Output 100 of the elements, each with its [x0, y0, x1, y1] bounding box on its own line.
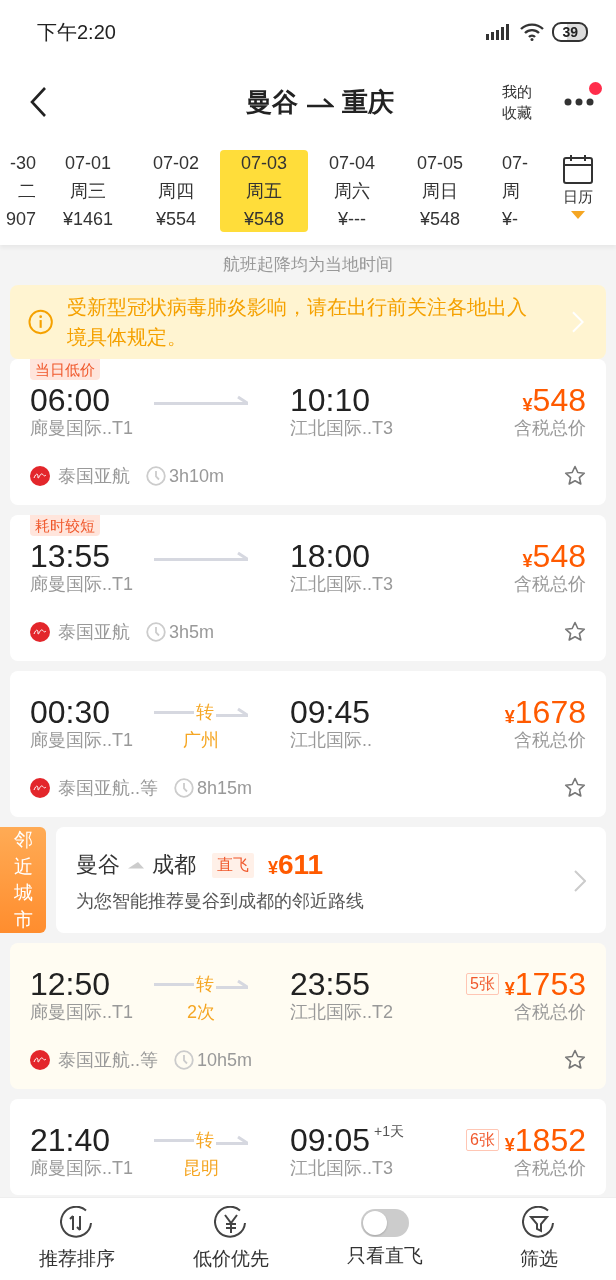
star-icon[interactable] [564, 1049, 586, 1072]
arrival-time: 09:45 [290, 695, 371, 729]
arrival-airport: 江北国际..T3 [290, 417, 393, 439]
flight-duration: 3h5m [169, 621, 215, 643]
calendar-icon[interactable] [562, 154, 594, 184]
origin-city: 曼谷 [246, 85, 298, 119]
clock-icon [146, 622, 166, 642]
arrival-time: 09:05 [290, 1123, 371, 1158]
info-icon [28, 309, 54, 335]
price-note: 含税总价 [514, 1157, 586, 1180]
arrival-time: 10:10 [290, 383, 371, 417]
flight-duration: 8h15m [197, 777, 253, 799]
status-time: 下午2:20 [37, 19, 117, 45]
toolbar-button[interactable]: 推荐排序 [0, 1198, 154, 1280]
flight-duration: 10h5m [197, 1049, 253, 1071]
price-note: 含税总价 [514, 1001, 586, 1024]
date-tab[interactable]: 07- 周 ¥- [484, 150, 540, 232]
date-tab[interactable]: -30 二 907 [0, 150, 44, 232]
arrival-time: 18:00 [290, 539, 371, 573]
flight-tag: 耗时较短 [30, 515, 100, 536]
airline-name: 泰国亚航 [58, 621, 130, 644]
timezone-notice: 航班起降均为当地时间 [223, 254, 393, 276]
departure-airport: 廊曼国际..T1 [30, 1157, 134, 1180]
caret-icon [571, 211, 585, 219]
chevron-right-icon [574, 870, 586, 893]
price: 1678 [514, 695, 586, 729]
star-icon[interactable] [564, 777, 586, 799]
price: 1753 [514, 967, 586, 1002]
arrival-time: 23:55 [290, 967, 371, 1002]
transfer-label: 转 [195, 973, 215, 996]
transfer-place: 2次 [186, 1001, 216, 1024]
route-arrow-icon [128, 861, 144, 870]
airline-name: 泰国亚航..等 [58, 1049, 158, 1073]
currency-symbol: ¥ [504, 707, 515, 728]
price-icon [214, 1206, 248, 1240]
transfer-label: 转 [195, 701, 215, 723]
currency-symbol: ¥ [522, 551, 533, 572]
date-tab[interactable]: 07-01 周三 ¥1461 [44, 150, 132, 232]
airline-name: 泰国亚航..等 [58, 777, 158, 800]
destination-city: 重庆 [342, 85, 394, 119]
arrival-airport: 江北国际..T3 [290, 573, 393, 595]
airline-logo-icon [30, 622, 50, 642]
arrival-airport: 江北国际..T3 [290, 1157, 394, 1180]
departure-airport: 廊曼国际..T1 [30, 417, 134, 439]
date-tab[interactable]: 07-02 周四 ¥554 [132, 150, 220, 232]
filter-icon [522, 1206, 556, 1240]
nearby-cities-label: 邻近城市 [13, 828, 33, 932]
clock-icon [174, 1050, 194, 1071]
departure-time: 21:40 [30, 1123, 112, 1158]
flight-card[interactable]: 00:30 廊曼国际..T1 转 广州 09:45 江北国际.. ¥1678 含税总价 泰国亚航..等 8h15m [10, 671, 606, 817]
airline-logo-icon [30, 466, 50, 486]
favorites-link[interactable]: 我的收藏 [502, 81, 532, 123]
date-tab[interactable]: 07-04 周六 ¥--- [308, 150, 396, 232]
toolbar-button[interactable]: 只看直飞 [308, 1198, 462, 1280]
departure-time: 06:00 [30, 383, 112, 417]
price: 611 [278, 849, 324, 882]
destination-city: 成都 [152, 851, 196, 880]
airline-logo-icon [30, 778, 50, 798]
direct-flight-tag: 直飞 [212, 852, 254, 878]
price-note: 含税总价 [514, 417, 586, 439]
price: 1852 [514, 1123, 586, 1158]
tickets-left: 6张 [465, 1129, 499, 1152]
star-icon[interactable] [564, 621, 586, 643]
price-note: 含税总价 [514, 573, 586, 595]
flight-tag: 当日低价 [30, 359, 100, 380]
price: 548 [532, 539, 586, 573]
transfer-place: 昆明 [182, 1157, 220, 1180]
transfer-label: 转 [195, 1129, 215, 1152]
currency-symbol: ¥ [522, 395, 533, 416]
transfer-place: 广州 [182, 729, 220, 751]
back-icon[interactable] [28, 86, 48, 118]
departure-time: 12:50 [30, 967, 112, 1002]
flight-card[interactable]: 12:50 廊曼国际..T1 转 2次 23:55 江北国际..T2 5张 ¥1753 含税总价 泰国亚航..等 10h5m [10, 943, 606, 1090]
flight-card[interactable]: 当日低价 06:00 廊曼国际..T1 10:10 江北国际..T3 ¥548 含税总价 泰国亚航 3h10m [10, 359, 606, 505]
clock-icon [146, 466, 166, 486]
price: 548 [532, 383, 586, 417]
toolbar-button[interactable]: 筛选 [462, 1198, 616, 1280]
clock-icon [174, 778, 194, 798]
route-suggestion: 为您智能推荐曼谷到成都的邻近路线 [76, 890, 365, 914]
next-day-note: +1天 [374, 1123, 405, 1140]
departure-time: 00:30 [30, 695, 112, 729]
departure-time: 13:55 [30, 539, 112, 573]
direct-only-toggle[interactable] [361, 1209, 409, 1237]
battery-indicator: 39 [552, 22, 588, 42]
sort-icon [60, 1206, 94, 1240]
more-icon[interactable] [564, 98, 594, 106]
origin-city: 曼谷 [76, 851, 120, 880]
departure-airport: 廊曼国际..T1 [30, 729, 134, 751]
toolbar-button[interactable]: 低价优先 [154, 1198, 308, 1280]
nearby-route-card[interactable]: 曼谷 成都 直飞 ¥611 为您智能推荐曼谷到成都的邻近路线 [56, 827, 606, 934]
flight-duration: 3h10m [169, 465, 225, 487]
date-tab[interactable]: 07-03 周五 ¥548 [220, 150, 308, 232]
alert-text: 受新型冠状病毒肺炎影响，请在出行前关注各地出入境具体规定。 [67, 295, 529, 350]
flight-card[interactable]: 耗时较短 13:55 廊曼国际..T1 18:00 江北国际..T3 ¥548 含税总价 泰国亚航 3h5m [10, 515, 606, 661]
arrival-airport: 江北国际.. [290, 729, 372, 751]
calendar-label: 日历 [563, 188, 593, 207]
date-tab[interactable]: 07-05 周日 ¥548 [396, 150, 484, 232]
airline-logo-icon [30, 1050, 50, 1071]
tickets-left: 5张 [465, 973, 499, 996]
star-icon[interactable] [564, 465, 586, 487]
